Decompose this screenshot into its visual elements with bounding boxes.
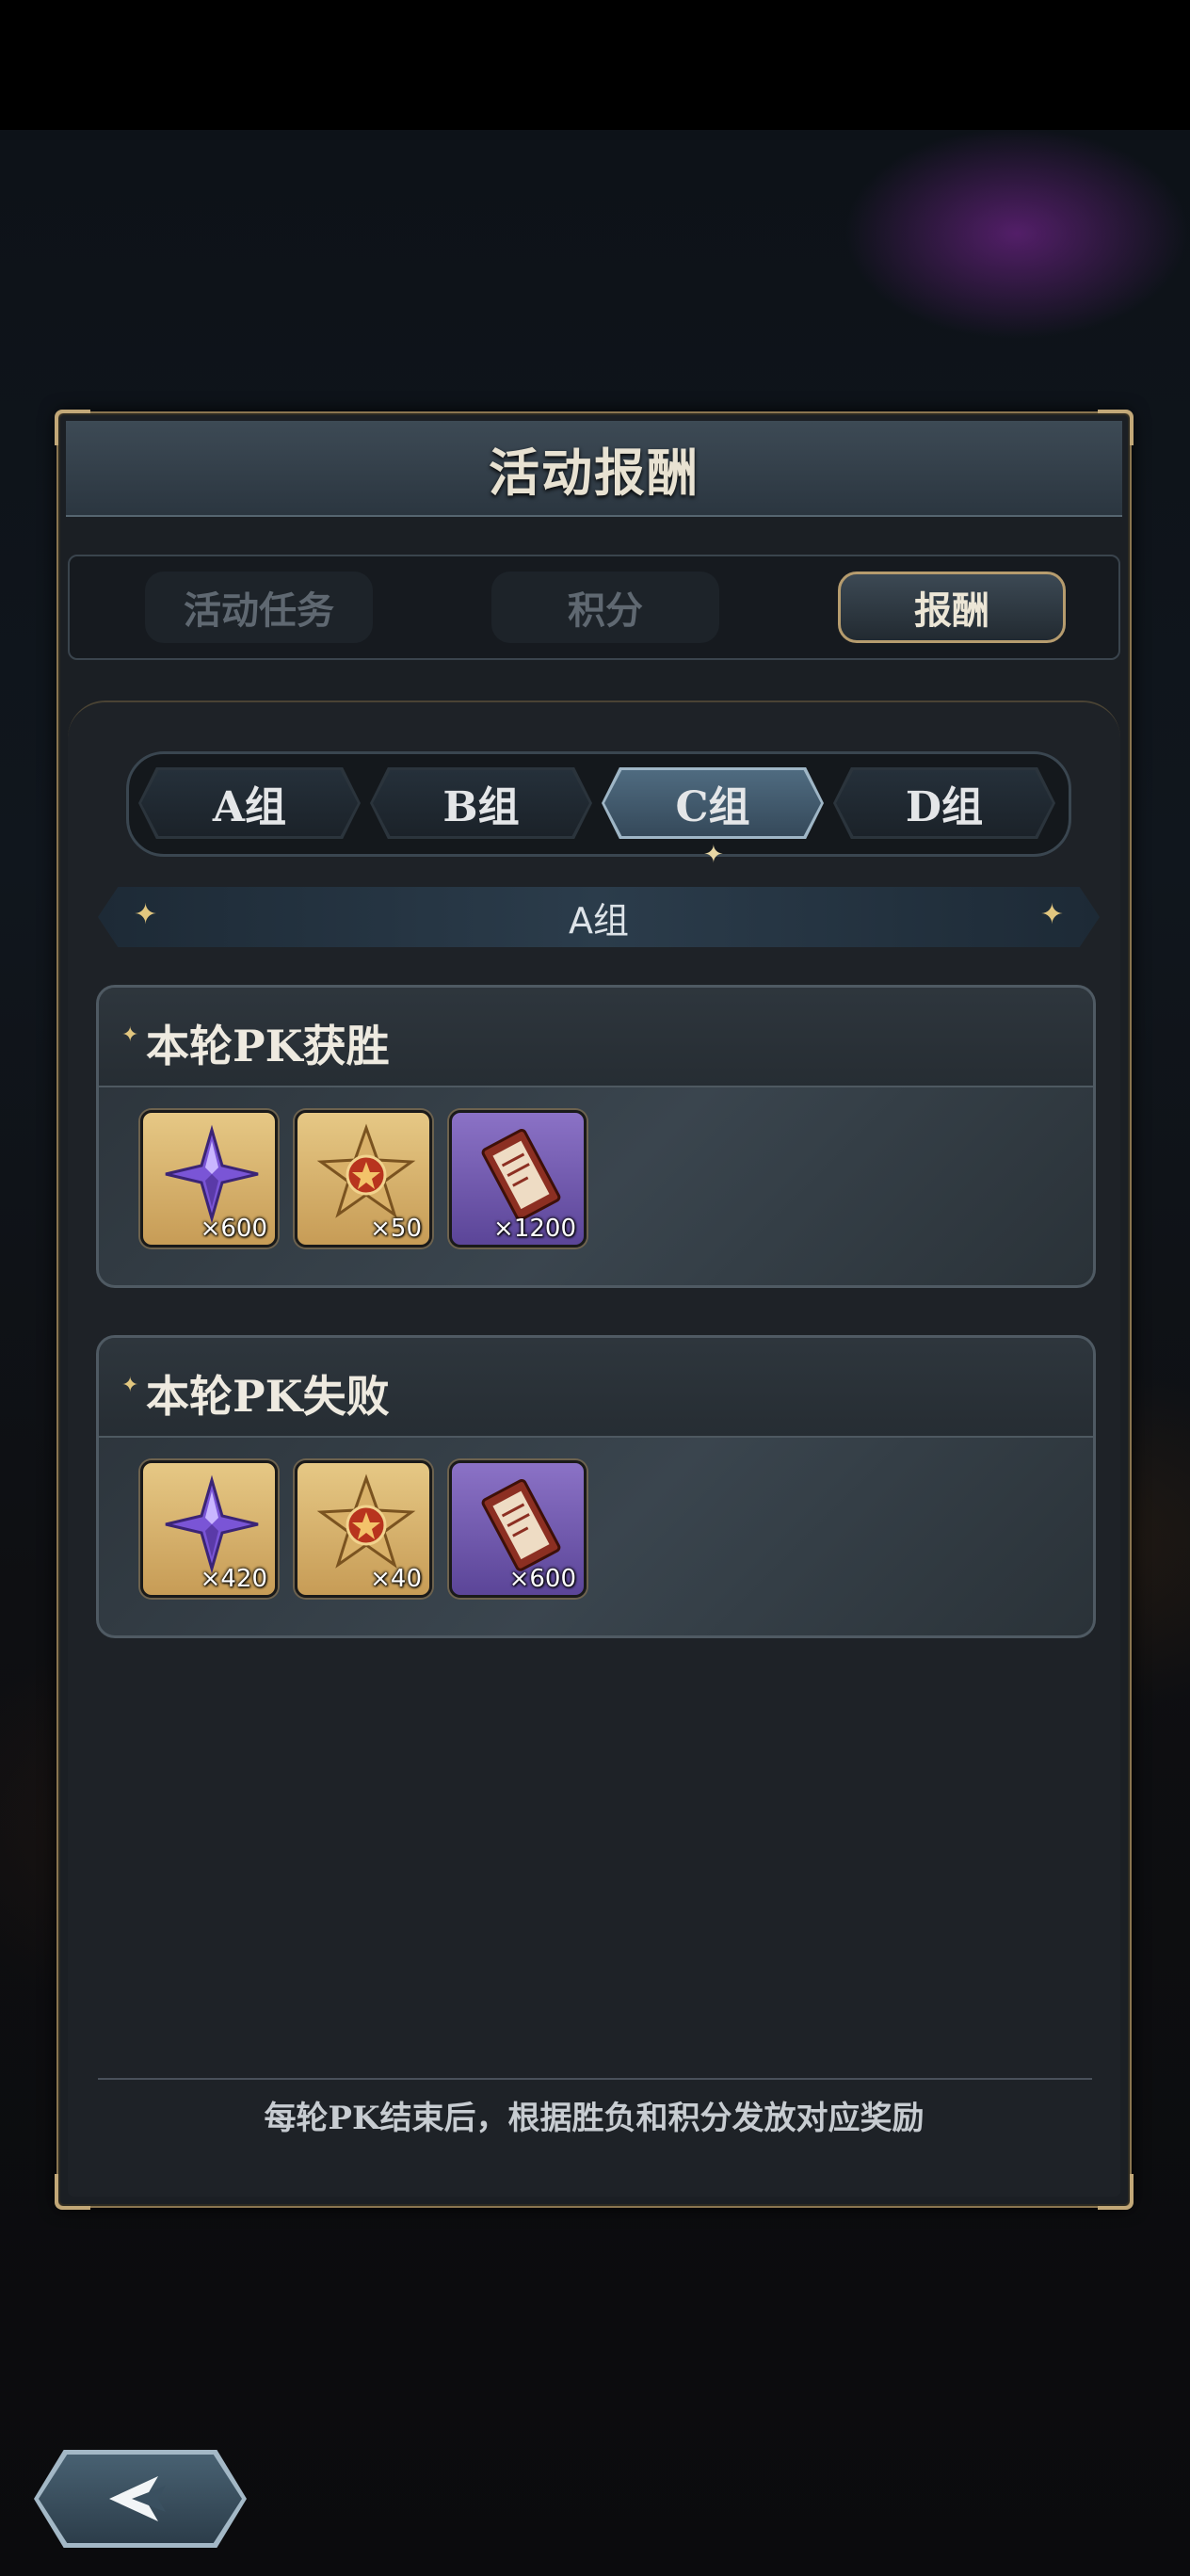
rewards-content: A组 B组 C组 D组 ✦ ✦ A组 ✦ ✦ 本轮PK获胜 ×600 ×50 ×… (68, 700, 1120, 2197)
reward-item[interactable]: ×600 (140, 1110, 278, 1248)
footer-note: 每轮PK结束后，根据胜负和积分发放对应奖励 (264, 2100, 925, 2137)
reward-card-title: 本轮PK失败 (146, 1371, 390, 1422)
ticket-scroll-icon (481, 1478, 561, 1571)
title-bar: 活动报酬 (66, 421, 1122, 517)
group-tab-label: A组 (212, 783, 287, 831)
ticket-scroll-icon (481, 1128, 561, 1221)
group-tab-label: B组 (442, 783, 520, 831)
reward-item[interactable]: ×40 (295, 1460, 432, 1598)
group-tab-label: D组 (905, 783, 984, 831)
tab-activity-tasks[interactable]: 活动任务 (145, 572, 373, 643)
group-tab-c[interactable]: C组 (602, 767, 824, 839)
footer-divider (98, 2078, 1092, 2080)
reward-card-header: ✦ 本轮PK获胜 (99, 988, 1093, 1087)
reward-card-lose: ✦ 本轮PK失败 ×420 ×40 ×600 (96, 1335, 1096, 1638)
reward-item[interactable]: ×50 (295, 1110, 432, 1248)
tab-points[interactable]: 积分 (491, 572, 719, 643)
rewards-panel: 活动报酬 活动任务 积分 报酬 A组 B组 C组 D组 ✦ ✦ A组 ✦ ✦ 本… (55, 410, 1134, 2210)
back-arrow-icon (109, 2476, 166, 2521)
diamond-icon: ✦ (121, 1023, 139, 1047)
reward-item[interactable]: ×1200 (449, 1110, 587, 1248)
reward-item[interactable]: ×420 (140, 1460, 278, 1598)
reward-card-header: ✦ 本轮PK失败 (99, 1338, 1093, 1438)
selected-marker-icon: ✦ (703, 841, 724, 869)
group-tab-label: C组 (675, 783, 750, 831)
group-selector: A组 B组 C组 D组 ✦ (126, 751, 1071, 869)
reward-items: ×420 ×40 ×600 (140, 1460, 587, 1598)
item-quantity: ×420 (200, 1565, 267, 1593)
tab-bar: 活动任务 积分 报酬 (68, 555, 1120, 660)
group-tab-d[interactable]: D组 (833, 767, 1055, 839)
reward-item[interactable]: ×600 (449, 1460, 587, 1598)
item-quantity: ×1200 (493, 1215, 576, 1243)
diamond-icon: ✦ (121, 1374, 139, 1397)
reward-card-title: 本轮PK获胜 (146, 1021, 390, 1071)
group-tab-b[interactable]: B组 (370, 767, 592, 839)
item-quantity: ×600 (508, 1565, 576, 1593)
item-quantity: ×50 (370, 1215, 422, 1243)
red-star-emblem-icon (316, 1473, 416, 1569)
tab-rewards[interactable]: 报酬 (838, 572, 1066, 643)
red-star-emblem-icon (316, 1123, 416, 1218)
page-title: 活动报酬 (489, 442, 700, 503)
item-quantity: ×600 (200, 1215, 267, 1243)
group-tab-a[interactable]: A组 (138, 767, 361, 839)
diamond-icon: ✦ (134, 898, 158, 931)
item-quantity: ×40 (370, 1565, 422, 1593)
back-button[interactable] (34, 2450, 247, 2548)
diamond-icon: ✦ (1039, 898, 1064, 931)
reward-card-win: ✦ 本轮PK获胜 ×600 ×50 ×1200 (96, 985, 1096, 1288)
section-label: A组 (569, 899, 629, 942)
purple-crystal-icon (165, 1124, 259, 1224)
purple-crystal-icon (165, 1474, 259, 1574)
section-label-banner: ✦ A组 ✦ (98, 887, 1100, 947)
reward-items: ×600 ×50 ×1200 (140, 1110, 587, 1248)
